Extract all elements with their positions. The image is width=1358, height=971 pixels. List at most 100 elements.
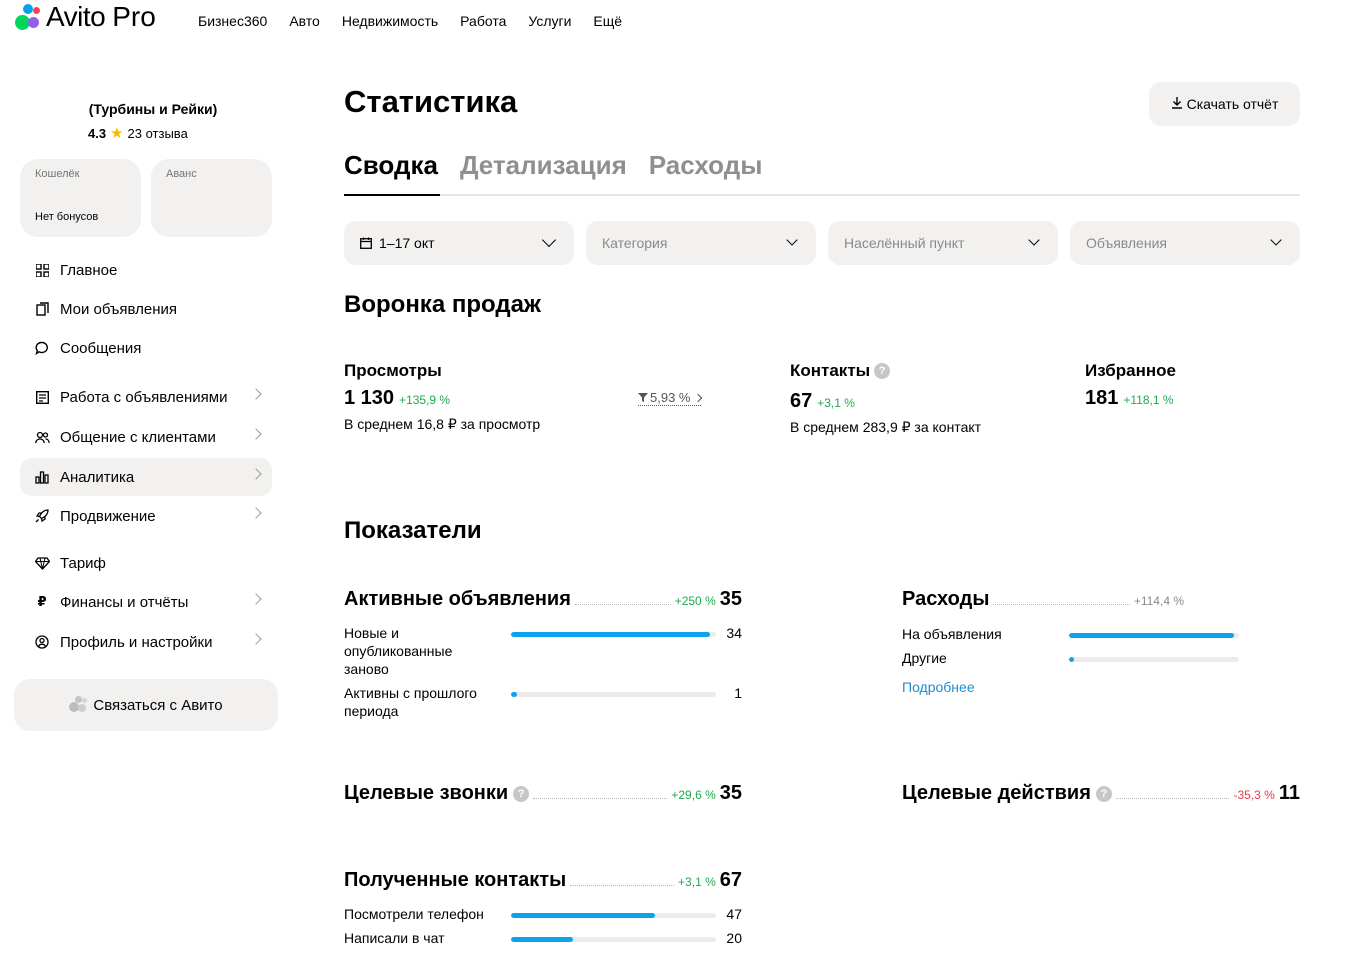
active-ads-old-bar [511, 692, 716, 697]
actions-label: Целевые действия [902, 782, 1091, 804]
calendar-icon [360, 237, 372, 249]
favorites-delta: +118,1 % [1123, 393, 1174, 407]
star-icon: ★ [110, 125, 124, 142]
nav-services[interactable]: Услуги [528, 13, 571, 29]
wallet-card[interactable]: Кошелёк Нет бонусов [20, 159, 141, 237]
nav-jobs[interactable]: Работа [460, 13, 506, 29]
rating-row[interactable]: 4.3 ★ 23 отзыва [88, 124, 188, 142]
actions-header[interactable]: Целевые действия ? -35,3 % 11 [902, 782, 1300, 805]
date-filter[interactable]: 1–17 окт [344, 221, 574, 265]
received-value: 67 [719, 869, 742, 891]
advance-label: Аванс [166, 168, 197, 180]
sidebar-item-label: Общение с клиентами [60, 428, 216, 446]
sidebar-item-promotion[interactable]: Продвижение [20, 497, 272, 535]
sidebar-item-my-ads[interactable]: Мои объявления [20, 290, 272, 328]
sidebar-item-label: Главное [60, 261, 118, 279]
expenses-row-label: На объявления [902, 626, 1002, 642]
company-name[interactable]: (Турбины и Рейки) [20, 101, 286, 117]
download-report-label: Скачать отчёт [1186, 96, 1279, 112]
sidebar-item-profile[interactable]: Профиль и настройки [20, 623, 272, 661]
views-value: 1 130 [344, 387, 395, 409]
tab-expenses[interactable]: Расходы [649, 150, 763, 181]
avito-dots-icon [69, 696, 91, 714]
views-conversion-value: 5,93 % [650, 390, 691, 405]
active-ads-label: Активные объявления [344, 588, 571, 610]
contacts-label-row: Контакты ? [790, 361, 891, 381]
nav-more[interactable]: Ещё [593, 13, 622, 29]
received-label: Полученные контакты [344, 869, 567, 891]
active-ads-row-value: 34 [726, 625, 742, 641]
chevron-right-icon [250, 428, 262, 440]
active-tab-indicator [344, 194, 440, 196]
received-row-value: 20 [726, 930, 742, 946]
grid-icon [34, 262, 50, 278]
chevron-right-icon [250, 507, 262, 519]
tab-summary[interactable]: Сводка [344, 150, 438, 181]
received-chat-bar [511, 937, 716, 942]
avito-pro-logo[interactable]: Avito Pro [14, 1, 156, 32]
chevron-right-icon [250, 593, 262, 605]
sidebar-item-main[interactable]: Главное [20, 251, 272, 289]
expenses-delta: +114,4 % [1133, 594, 1184, 608]
ruble-icon: ₽ [37, 594, 47, 609]
nav-auto[interactable]: Авто [289, 13, 320, 29]
contacts-note: В среднем 283,9 ₽ за контакт [790, 419, 982, 435]
nav-realty[interactable]: Недвижимость [342, 13, 438, 29]
funnel-icon [638, 390, 648, 405]
location-filter[interactable]: Населённый пункт [828, 221, 1058, 265]
help-icon[interactable]: ? [513, 785, 530, 802]
users-icon [34, 429, 50, 445]
chevron-right-icon [250, 388, 262, 400]
help-icon[interactable]: ? [874, 363, 891, 379]
active-ads-new-bar [511, 632, 716, 637]
views-delta: +135,9 % [399, 393, 451, 407]
help-icon[interactable]: ? [1095, 785, 1112, 802]
sidebar-item-tariff[interactable]: Тариф [20, 544, 272, 582]
bar-chart-icon [34, 469, 50, 485]
rating-value: 4.3 [88, 125, 107, 141]
metrics-title: Показатели [344, 517, 482, 544]
received-row-label: Написали в чат [344, 930, 445, 946]
views-conversion[interactable]: 5,93 % [638, 390, 703, 406]
sidebar-item-messages[interactable]: Сообщения [20, 329, 272, 367]
calls-header[interactable]: Целевые звонки ? +29,6 % 35 [344, 782, 742, 805]
contacts-delta: +3,1 % [817, 396, 855, 410]
location-filter-placeholder: Населённый пункт [844, 235, 965, 251]
user-circle-icon [34, 634, 50, 650]
received-header[interactable]: Полученные контакты +3,1 % 67 [344, 869, 742, 892]
received-phone-bar [511, 913, 716, 918]
brand-name: Avito [46, 1, 106, 32]
received-row-value: 47 [726, 906, 742, 922]
sidebar-item-label: Мои объявления [60, 300, 177, 318]
received-delta: +3,1 % [678, 875, 716, 889]
sidebar-item-label: Аналитика [60, 468, 135, 486]
contact-avito-label: Связаться с Авито [93, 696, 223, 714]
sidebar-item-label: Продвижение [60, 507, 156, 525]
advance-card[interactable]: Аванс [151, 159, 272, 237]
download-report-button[interactable]: Скачать отчёт [1149, 82, 1300, 126]
brand-suffix: Pro [112, 1, 156, 32]
date-filter-value: 1–17 окт [379, 235, 435, 251]
ads-filter[interactable]: Объявления [1070, 221, 1300, 265]
top-navigation: Бизнес360 Авто Недвижимость Работа Услуг… [198, 13, 622, 29]
tab-details[interactable]: Детализация [460, 150, 627, 181]
tabs: Сводка Детализация Расходы [344, 150, 762, 181]
category-filter[interactable]: Категория [586, 221, 816, 265]
contact-avito-button[interactable]: Связаться с Авито [14, 679, 278, 731]
active-ads-header[interactable]: Активные объявления +250 % 35 [344, 588, 742, 611]
sidebar-item-clients[interactable]: Общение с клиентами [20, 418, 272, 456]
sidebar-item-label: Финансы и отчёты [60, 593, 189, 611]
active-ads-row-label: Активны с прошлого периода [344, 685, 477, 719]
views-value-row: 1 130 +135,9 % [344, 387, 450, 410]
expenses-header[interactable]: Расходы +114,4 % [902, 588, 1184, 611]
sidebar-item-analytics[interactable]: Аналитика [20, 458, 272, 496]
chat-bubble-icon [34, 340, 50, 356]
sidebar-item-ads-work[interactable]: Работа с объявлениями [20, 378, 272, 416]
expenses-more-link[interactable]: Подробнее [902, 679, 975, 695]
diamond-icon [34, 555, 50, 571]
sidebar-item-finance[interactable]: ₽ Финансы и отчёты [20, 583, 272, 621]
sidebar-item-label: Сообщения [60, 339, 142, 357]
contacts-value-row: 67 +3,1 % [790, 390, 855, 413]
rocket-icon [34, 508, 50, 524]
nav-biznes360[interactable]: Бизнес360 [198, 13, 267, 29]
